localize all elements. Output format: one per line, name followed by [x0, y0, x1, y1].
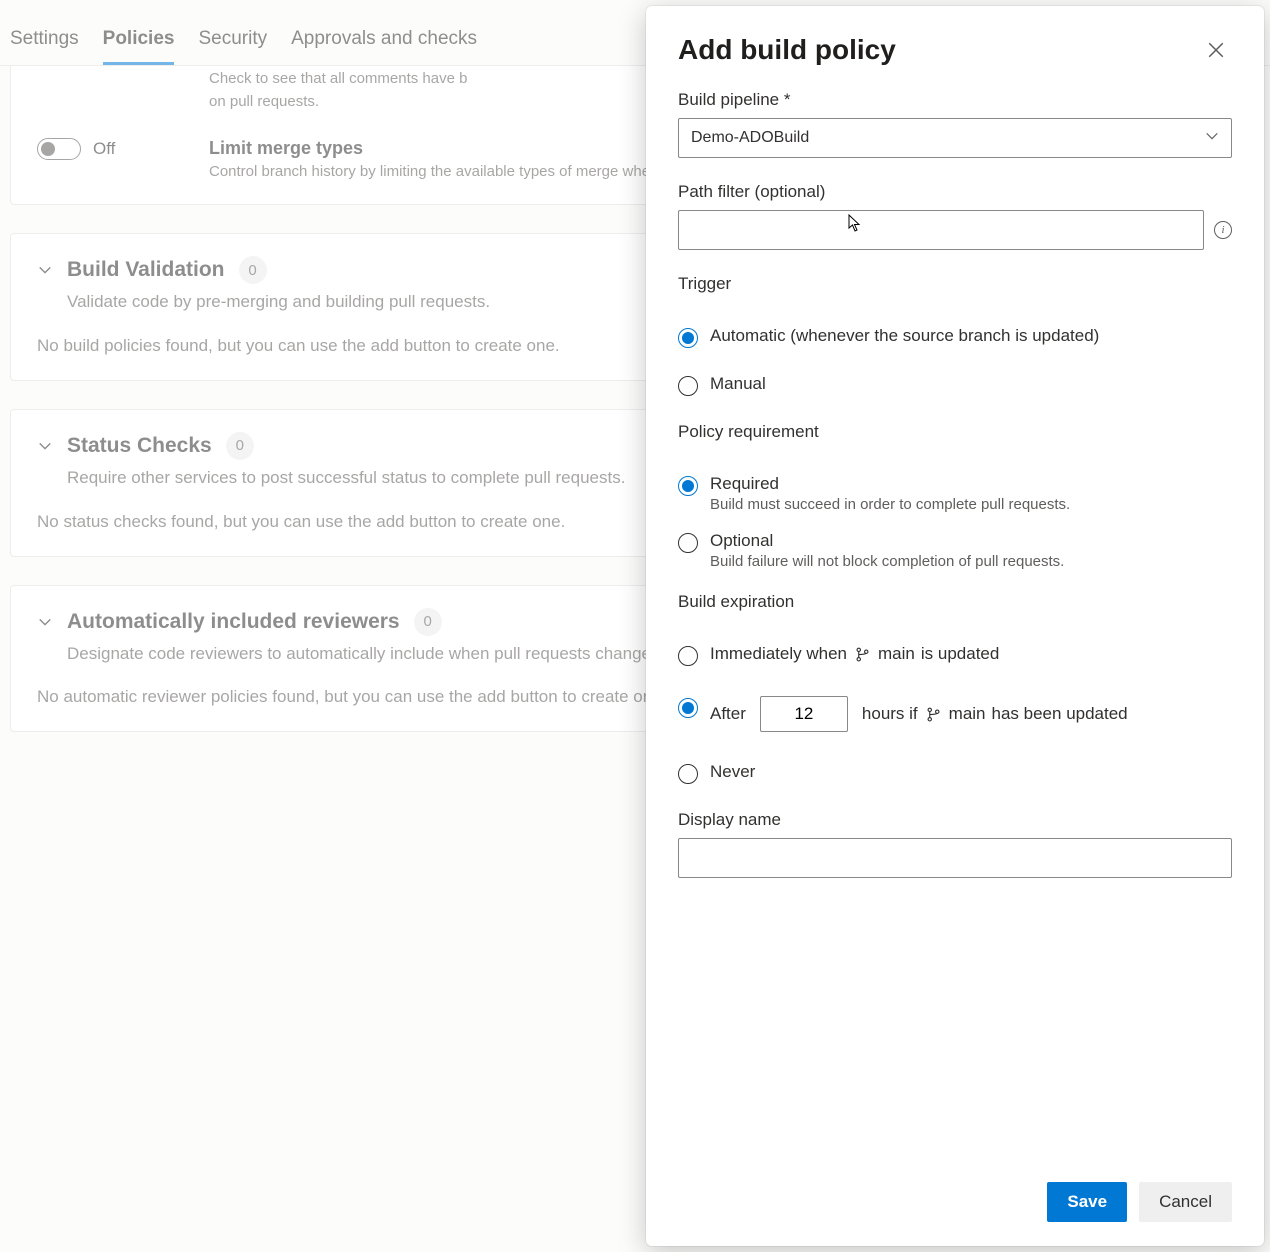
branch-icon — [855, 647, 870, 662]
add-build-policy-panel: Add build policy Build pipeline * Demo-A… — [646, 6, 1264, 1246]
trigger-label: Trigger — [678, 274, 1232, 294]
requirement-optional-option[interactable]: Optional Build failure will not block co… — [678, 531, 1232, 570]
expiration-after-option[interactable]: After hours if main has been updated — [678, 696, 1232, 732]
build-pipeline-value: Demo-ADOBuild — [691, 129, 809, 147]
exp-after-mid: hours if — [862, 704, 918, 724]
radio-icon — [678, 764, 698, 784]
trigger-manual-option[interactable]: Manual — [678, 374, 1232, 396]
branch-icon — [926, 707, 941, 722]
trigger-automatic-option[interactable]: Automatic (whenever the source branch is… — [678, 326, 1232, 348]
info-icon[interactable]: i — [1214, 221, 1232, 239]
cancel-button[interactable]: Cancel — [1139, 1182, 1232, 1222]
radio-icon — [678, 646, 698, 666]
exp-never-label: Never — [710, 762, 755, 782]
build-expiration-label: Build expiration — [678, 592, 1232, 612]
expiration-never-option[interactable]: Never — [678, 762, 1232, 784]
radio-icon — [678, 376, 698, 396]
exp-branch: main — [949, 704, 986, 724]
requirement-required-label: Required — [710, 474, 1070, 494]
requirement-required-sub: Build must succeed in order to complete … — [710, 496, 1070, 513]
path-filter-input[interactable] — [678, 210, 1204, 250]
policy-requirement-label: Policy requirement — [678, 422, 1232, 442]
display-name-input[interactable] — [678, 838, 1232, 878]
expiration-immediately-option[interactable]: Immediately when main is updated — [678, 644, 1232, 666]
exp-branch: main — [878, 644, 915, 664]
requirement-optional-sub: Build failure will not block completion … — [710, 553, 1064, 570]
requirement-required-option[interactable]: Required Build must succeed in order to … — [678, 474, 1232, 513]
exp-immediately-post: is updated — [921, 644, 999, 664]
exp-immediately-pre: Immediately when — [710, 644, 847, 664]
close-icon[interactable] — [1200, 34, 1232, 66]
chevron-down-icon — [1205, 129, 1219, 148]
path-filter-label: Path filter (optional) — [678, 182, 1232, 202]
build-pipeline-label: Build pipeline * — [678, 90, 1232, 110]
requirement-optional-label: Optional — [710, 531, 1064, 551]
radio-icon — [678, 533, 698, 553]
exp-after-post: has been updated — [992, 704, 1128, 724]
save-button[interactable]: Save — [1047, 1182, 1127, 1222]
display-name-label: Display name — [678, 810, 1232, 830]
exp-after-pre: After — [710, 704, 746, 724]
trigger-manual-label: Manual — [710, 374, 766, 394]
build-pipeline-select[interactable]: Demo-ADOBuild — [678, 118, 1232, 158]
radio-icon — [678, 328, 698, 348]
trigger-automatic-label: Automatic (whenever the source branch is… — [710, 326, 1099, 346]
radio-icon — [678, 698, 698, 718]
expiration-hours-input[interactable] — [760, 696, 848, 732]
panel-title: Add build policy — [678, 34, 896, 66]
radio-icon — [678, 476, 698, 496]
